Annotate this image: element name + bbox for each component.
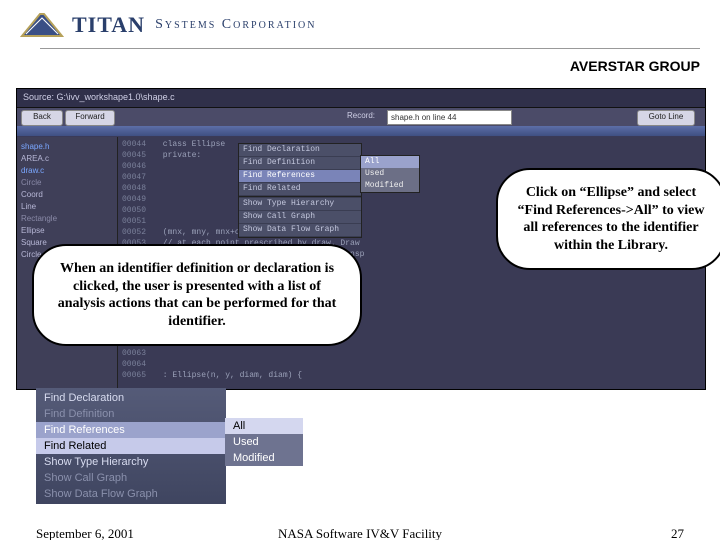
- sidebar-item[interactable]: Line: [21, 201, 113, 213]
- context-menu-item[interactable]: Find Declaration: [239, 144, 361, 157]
- analysis-menu-item[interactable]: Find References: [36, 422, 226, 438]
- title-bar: Source: G:\ivv_workshape1.0\shape.c: [17, 89, 705, 108]
- analysis-submenu-item[interactable]: Used: [225, 434, 303, 450]
- window-title: Source: G:\ivv_workshape1.0\shape.c: [23, 92, 175, 102]
- context-menu-item[interactable]: Find Definition: [239, 157, 361, 170]
- forward-button[interactable]: Forward: [65, 110, 115, 126]
- record-field[interactable]: shape.h on line 44: [387, 110, 512, 125]
- analysis-menu-item[interactable]: Show Type Hierarchy: [36, 454, 226, 470]
- context-menu-item[interactable]: Show Type Hierarchy: [239, 198, 361, 211]
- context-menu-item[interactable]: Show Call Graph: [239, 211, 361, 224]
- code-line: 00063: [122, 348, 701, 359]
- sidebar-item[interactable]: Coord: [21, 189, 113, 201]
- code-line: 00064: [122, 359, 701, 370]
- sidebar-item[interactable]: AREA.c: [21, 153, 113, 165]
- titan-logo-icon: [20, 10, 64, 40]
- analysis-submenu[interactable]: AllUsedModified: [225, 418, 303, 466]
- context-menu-item[interactable]: Find Related: [239, 183, 361, 196]
- analysis-submenu-item[interactable]: All: [225, 418, 303, 434]
- page-number: 27: [671, 526, 684, 540]
- callout-left: When an identifier definition or declara…: [32, 244, 362, 346]
- header-rule: [40, 48, 700, 49]
- logo-row: TITAN Systems Corporation: [20, 10, 720, 50]
- analysis-menu-item[interactable]: Find Definition: [36, 406, 226, 422]
- back-button[interactable]: Back: [21, 110, 63, 126]
- analysis-menu-item[interactable]: Show Call Graph: [36, 470, 226, 486]
- goto-line-button[interactable]: Goto Line: [637, 110, 695, 126]
- context-menu-item[interactable]: Find References: [239, 170, 361, 183]
- context-submenu-item[interactable]: Modified: [361, 180, 419, 192]
- context-menu[interactable]: Find DeclarationFind DefinitionFind Refe…: [238, 143, 362, 238]
- context-menu-item[interactable]: Show Data Flow Graph: [239, 224, 361, 237]
- analysis-submenu-item[interactable]: Modified: [225, 450, 303, 466]
- sidebar-item[interactable]: shape.h: [21, 141, 113, 153]
- blue-bar: [17, 126, 705, 136]
- analysis-menu[interactable]: Find DeclarationFind DefinitionFind Refe…: [36, 388, 226, 504]
- code-line: 00044 class Ellipse: [122, 139, 701, 150]
- toolbar: Back Forward Record: shape.h on line 44 …: [17, 108, 705, 126]
- sidebar-item[interactable]: Rectangle: [21, 213, 113, 225]
- footer-center: NASA Software IV&V Facility: [36, 526, 684, 540]
- analysis-menu-item[interactable]: Show Data Flow Graph: [36, 486, 226, 502]
- context-submenu-item[interactable]: All: [361, 156, 419, 168]
- sidebar-item[interactable]: draw.c: [21, 165, 113, 177]
- analysis-menu-item[interactable]: Find Related: [36, 438, 226, 454]
- logo-systems: Systems Corporation: [155, 17, 316, 33]
- group-label: AVERSTAR GROUP: [570, 58, 700, 74]
- code-line: 00065 : Ellipse(n, y, diam, diam) {: [122, 370, 701, 381]
- analysis-menu-item[interactable]: Find Declaration: [36, 390, 226, 406]
- sidebar-item[interactable]: Ellipse: [21, 225, 113, 237]
- logo: TITAN Systems Corporation: [20, 10, 720, 40]
- callout-right: Click on “Ellipse” and select “Find Refe…: [496, 168, 720, 270]
- record-label: Record:: [347, 111, 375, 120]
- context-submenu-item[interactable]: Used: [361, 168, 419, 180]
- context-submenu[interactable]: AllUsedModified: [360, 155, 420, 193]
- logo-titan: TITAN: [72, 12, 145, 38]
- slide: TITAN Systems Corporation AVERSTAR GROUP…: [0, 0, 720, 540]
- sidebar-item[interactable]: Circle: [21, 177, 113, 189]
